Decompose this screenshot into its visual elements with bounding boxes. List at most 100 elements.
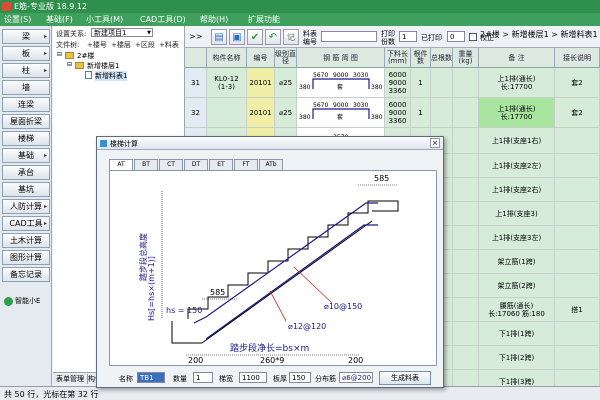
row-index[interactable]: 32	[185, 98, 207, 127]
tree-node-building[interactable]: 2#楼	[77, 51, 94, 61]
collapse-icon[interactable]: ⊟	[67, 61, 72, 68]
component-name[interactable]: KL0-12 (1-3)	[207, 68, 247, 97]
sidebar-stair[interactable]: 楼梯	[2, 131, 50, 146]
total-count[interactable]	[431, 98, 453, 127]
row-index[interactable]: 31	[185, 68, 207, 97]
add-building-button[interactable]: +楼号	[87, 40, 107, 50]
note-button[interactable]: 记	[283, 29, 299, 45]
bar-code[interactable]: 20101	[247, 68, 275, 97]
sidebar-civil-defense[interactable]: 人防计算 ▸	[2, 199, 50, 214]
sidebar-slab[interactable]: 板 ▸	[2, 46, 50, 61]
sidebar-pile-cap[interactable]: 承台	[2, 165, 50, 180]
bar-note[interactable]: 上1排(通长) 长:17700	[479, 98, 555, 127]
bar-note[interactable]: 上1排(支座3)	[479, 202, 555, 225]
tab-ft[interactable]: FT	[234, 159, 258, 170]
name-input[interactable]: TB1	[137, 372, 165, 383]
splice-note[interactable]: 套2	[555, 98, 600, 127]
sidebar-memo[interactable]: 备忘记录	[2, 267, 50, 282]
sidebar-beam[interactable]: 梁 ▸	[2, 29, 50, 44]
table-row[interactable]: 32 20101 ⌀25 5670 9000 3030 380 380 套 6000 9000 3…	[185, 98, 600, 128]
tab-et[interactable]: ET	[209, 159, 233, 170]
bar-weight[interactable]	[453, 226, 479, 249]
smart-assistant[interactable]: 智能小E	[2, 294, 50, 308]
bar-note[interactable]: 上1排(支座1右)	[479, 128, 555, 153]
thickness-input[interactable]: 150	[289, 372, 311, 383]
splice-note[interactable]: 搭1	[555, 298, 600, 321]
tree-node-sheet[interactable]: 新增料表1	[95, 71, 128, 81]
bar-code[interactable]: 20101	[247, 98, 275, 127]
tab-ct[interactable]: CT	[159, 159, 183, 170]
sidebar-roof-beam[interactable]: 屋面折梁	[2, 114, 50, 129]
bar-weight[interactable]	[453, 98, 479, 127]
bar-note[interactable]: 上1排(支座3左)	[479, 226, 555, 249]
bar-note[interactable]: 下1排(2跨)	[479, 346, 555, 369]
splice-note[interactable]	[555, 154, 600, 177]
qty-input[interactable]: 1	[193, 372, 213, 383]
new-button[interactable]: ▤	[211, 29, 227, 45]
confirm-button[interactable]: ✔	[247, 29, 263, 45]
bar-weight[interactable]	[453, 68, 479, 97]
generate-sheet-button[interactable]: 生成料表	[379, 371, 431, 385]
tree-node-floor[interactable]: 新增楼层1	[87, 61, 119, 71]
bar-weight[interactable]	[453, 128, 479, 153]
splice-note[interactable]	[555, 128, 600, 153]
bar-weight[interactable]	[453, 250, 479, 273]
bar-weight[interactable]	[453, 178, 479, 201]
bar-sketch[interactable]: 5670 9000 3030 380 380 套	[297, 98, 385, 127]
menu-extend[interactable]: 扩展功能	[248, 14, 280, 25]
bar-weight[interactable]	[453, 322, 479, 345]
add-section-button[interactable]: +区段	[135, 40, 155, 50]
menu-help[interactable]: 帮助(H)	[200, 14, 228, 25]
bar-grade[interactable]: ⌀25	[275, 68, 297, 97]
menu-basic[interactable]: 基础(F)	[46, 14, 73, 25]
bar-grade[interactable]: ⌀25	[275, 98, 297, 127]
bar-sketch[interactable]: 5670 9000 3030 380 380 套	[297, 68, 385, 97]
sidebar-pit[interactable]: 基坑	[2, 182, 50, 197]
splice-note[interactable]	[555, 322, 600, 345]
component-name[interactable]	[207, 98, 247, 127]
menu-cad[interactable]: CAD工具(D)	[140, 14, 186, 25]
table-row[interactable]: 31 KL0-12 (1-3) 20101 ⌀25 5670 9000 3030 380 380…	[185, 68, 600, 98]
sidebar-wall[interactable]: 墙	[2, 80, 50, 95]
print-copies-input[interactable]: 1	[399, 31, 417, 42]
splice-note[interactable]	[555, 274, 600, 297]
tab-form-manage[interactable]: 表单管理	[53, 374, 88, 384]
total-count[interactable]	[431, 68, 453, 97]
cut-length[interactable]: 6000 9000 3360	[385, 68, 411, 97]
sidebar-civil-calc[interactable]: 土木计算	[2, 233, 50, 248]
bar-note[interactable]: 上1排(通长) 长:17700	[479, 68, 555, 97]
splice-note[interactable]: 套2	[555, 68, 600, 97]
splice-note[interactable]	[555, 250, 600, 273]
undo-button[interactable]: ↶	[265, 29, 281, 45]
splice-note[interactable]	[555, 202, 600, 225]
bar-note[interactable]: 架立筋(2跨)	[479, 274, 555, 297]
sheet-number-input[interactable]	[321, 31, 377, 42]
bar-note[interactable]: 腰筋(通长) 长:17060 筋:180	[479, 298, 555, 321]
sidebar-column[interactable]: 柱 ▸	[2, 63, 50, 78]
bar-weight[interactable]	[453, 346, 479, 369]
add-floor-button[interactable]: +楼层	[111, 40, 131, 50]
bar-count[interactable]: 1	[411, 98, 431, 127]
bar-note[interactable]: 架立筋(1跨)	[479, 250, 555, 273]
collapse-icon[interactable]: ⊟	[57, 51, 62, 58]
splice-note[interactable]	[555, 178, 600, 201]
bar-note[interactable]: 上1排(支座2左)	[479, 154, 555, 177]
menu-settings[interactable]: 设置(S)	[4, 14, 31, 25]
sidebar-graphic-calc[interactable]: 图形计算	[2, 250, 50, 265]
bar-count[interactable]: 1	[411, 68, 431, 97]
bar-note[interactable]: 上1排(支座2右)	[479, 178, 555, 201]
dist-bar-input[interactable]: ⌀6@200	[339, 372, 373, 383]
bar-weight[interactable]	[453, 298, 479, 321]
sidebar-coupling-beam[interactable]: 连梁	[2, 97, 50, 112]
menu-tools[interactable]: 小工具(M)	[86, 14, 123, 25]
project-select[interactable]: 新建项目1 ▼	[91, 28, 153, 37]
tab-dt[interactable]: DT	[184, 159, 208, 170]
add-sheet-button[interactable]: +料表	[159, 40, 179, 50]
tab-atb[interactable]: ATb	[259, 159, 283, 170]
bar-weight[interactable]	[453, 202, 479, 225]
close-button[interactable]: ×	[430, 138, 440, 148]
tab-bt[interactable]: BT	[134, 159, 158, 170]
bar-weight[interactable]	[453, 154, 479, 177]
save-button[interactable]: ▣	[229, 29, 245, 45]
width-input[interactable]: 1100	[239, 372, 267, 383]
